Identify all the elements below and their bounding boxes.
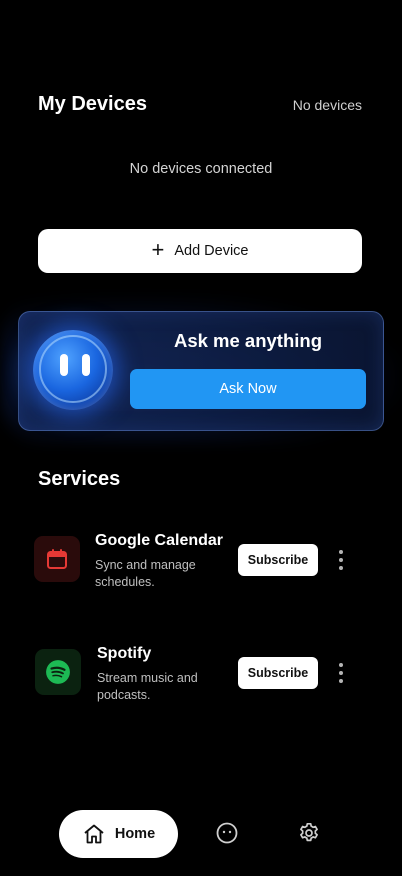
subscribe-button-google-calendar[interactable]: Subscribe bbox=[238, 544, 318, 576]
more-options-icon[interactable] bbox=[334, 663, 348, 683]
gear-icon[interactable] bbox=[297, 821, 321, 845]
devices-section-title: My Devices bbox=[38, 93, 147, 115]
no-devices-message: No devices connected bbox=[129, 161, 273, 177]
assistant-face-icon[interactable] bbox=[215, 821, 239, 845]
add-device-button[interactable]: + Add Device bbox=[38, 229, 362, 273]
spotify-icon bbox=[46, 660, 70, 684]
nav-home-tab[interactable]: Home bbox=[59, 810, 178, 858]
calendar-icon bbox=[47, 549, 67, 569]
service-icon-tile bbox=[35, 649, 81, 695]
service-name: Google Calendar bbox=[95, 532, 224, 549]
more-options-icon[interactable] bbox=[334, 550, 348, 570]
home-icon bbox=[84, 824, 104, 844]
subscribe-button-spotify[interactable]: Subscribe bbox=[238, 657, 318, 689]
assistant-left-eye-icon bbox=[60, 354, 68, 376]
plus-icon: + bbox=[151, 236, 165, 262]
services-section-title: Services bbox=[38, 468, 121, 490]
service-icon-tile bbox=[34, 536, 80, 582]
ask-anything-title: Ask me anything bbox=[173, 330, 323, 351]
assistant-avatar-ring bbox=[39, 335, 107, 403]
service-description: Sync and manage schedules. bbox=[95, 558, 196, 589]
service-description: Stream music and podcasts. bbox=[97, 671, 198, 702]
service-name: Spotify bbox=[97, 645, 152, 662]
add-device-label: Add Device bbox=[174, 243, 249, 259]
assistant-right-eye-icon bbox=[82, 354, 90, 376]
devices-status: No devices bbox=[292, 97, 362, 113]
ask-now-button[interactable]: Ask Now bbox=[130, 369, 366, 409]
nav-home-label: Home bbox=[114, 826, 156, 842]
